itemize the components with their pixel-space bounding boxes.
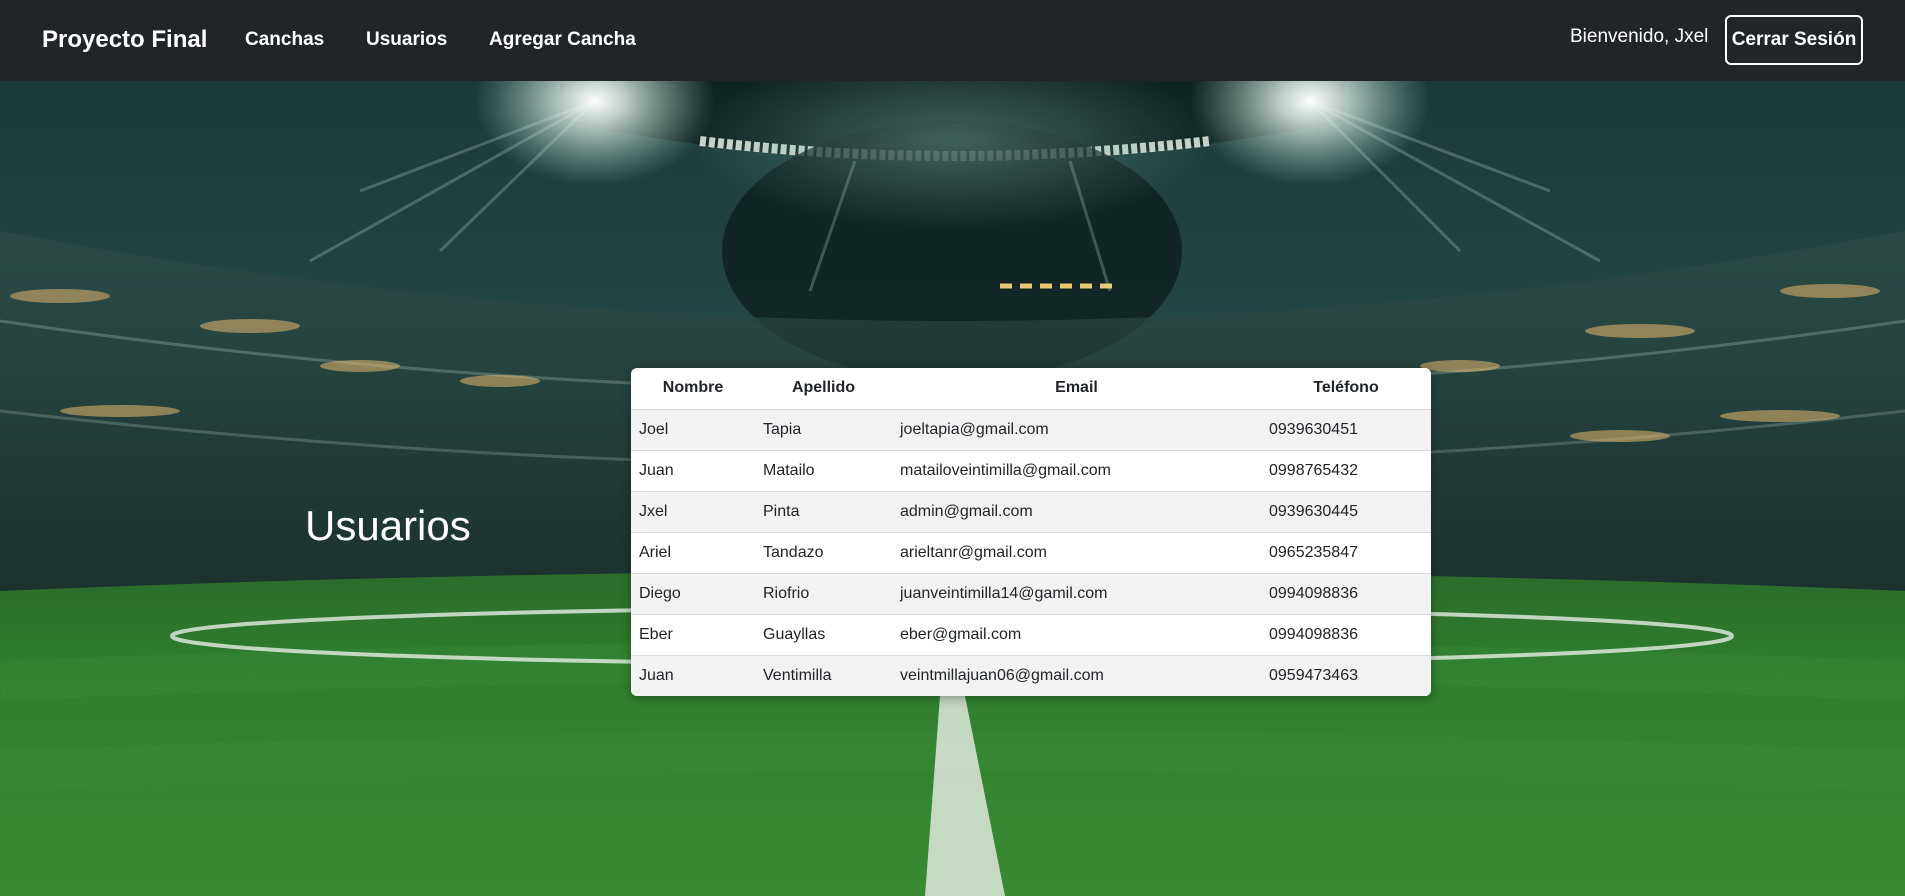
- cell-nombre: Eber: [631, 613, 755, 655]
- table-row: Juan Ventimilla veintmillajuan06@gmail.c…: [631, 654, 1431, 696]
- nav-link-usuarios[interactable]: Usuarios: [366, 29, 447, 51]
- cell-apellido: Ventimilla: [755, 654, 892, 696]
- cell-email: admin@gmail.com: [892, 490, 1261, 532]
- top-navbar: Proyecto Final Canchas Usuarios Agregar …: [0, 0, 1905, 81]
- cell-nombre: Juan: [631, 654, 755, 696]
- cell-telefono: 0994098836: [1261, 572, 1431, 614]
- cell-telefono: 0965235847: [1261, 531, 1431, 573]
- header-email: Email: [892, 368, 1261, 410]
- cell-telefono: 0939630445: [1261, 490, 1431, 532]
- cell-apellido: Guayllas: [755, 613, 892, 655]
- table-row: Jxel Pinta admin@gmail.com 0939630445: [631, 490, 1431, 532]
- logout-button[interactable]: Cerrar Sesión: [1725, 15, 1863, 65]
- cell-telefono: 0939630451: [1261, 408, 1431, 450]
- cell-nombre: Diego: [631, 572, 755, 614]
- table-header-row: Nombre Apellido Email Teléfono: [631, 368, 1431, 410]
- cell-nombre: Jxel: [631, 490, 755, 532]
- table-row: Ariel Tandazo arieltanr@gmail.com 096523…: [631, 531, 1431, 573]
- cell-apellido: Tapia: [755, 408, 892, 450]
- cell-telefono: 0998765432: [1261, 449, 1431, 491]
- cell-email: joeltapia@gmail.com: [892, 408, 1261, 450]
- table-row: Diego Riofrio juanveintimilla14@gamil.co…: [631, 572, 1431, 614]
- header-telefono: Teléfono: [1261, 368, 1431, 410]
- cell-apellido: Matailo: [755, 449, 892, 491]
- cell-telefono: 0959473463: [1261, 654, 1431, 696]
- nav-link-canchas[interactable]: Canchas: [245, 29, 324, 51]
- cell-nombre: Ariel: [631, 531, 755, 573]
- table-row: Juan Matailo matailoveintimilla@gmail.co…: [631, 449, 1431, 491]
- cell-email: arieltanr@gmail.com: [892, 531, 1261, 573]
- brand-title[interactable]: Proyecto Final: [42, 26, 207, 54]
- cell-apellido: Tandazo: [755, 531, 892, 573]
- cell-email: juanveintimilla14@gamil.com: [892, 572, 1261, 614]
- cell-apellido: Riofrio: [755, 572, 892, 614]
- welcome-text: Bienvenido, Jxel: [1570, 26, 1709, 47]
- users-table-card: Nombre Apellido Email Teléfono Joel Tapi…: [631, 368, 1431, 696]
- users-table: Nombre Apellido Email Teléfono Joel Tapi…: [631, 368, 1431, 696]
- cell-email: matailoveintimilla@gmail.com: [892, 449, 1261, 491]
- cell-nombre: Joel: [631, 408, 755, 450]
- cell-apellido: Pinta: [755, 490, 892, 532]
- table-row: Eber Guayllas eber@gmail.com 0994098836: [631, 613, 1431, 655]
- cell-email: veintmillajuan06@gmail.com: [892, 654, 1261, 696]
- cell-nombre: Juan: [631, 449, 755, 491]
- header-apellido: Apellido: [755, 368, 892, 410]
- page-title: Usuarios: [305, 502, 471, 549]
- table-row: Joel Tapia joeltapia@gmail.com 093963045…: [631, 408, 1431, 450]
- nav-link-agregar-cancha[interactable]: Agregar Cancha: [489, 29, 636, 51]
- cell-email: eber@gmail.com: [892, 613, 1261, 655]
- cell-telefono: 0994098836: [1261, 613, 1431, 655]
- header-nombre: Nombre: [631, 368, 755, 410]
